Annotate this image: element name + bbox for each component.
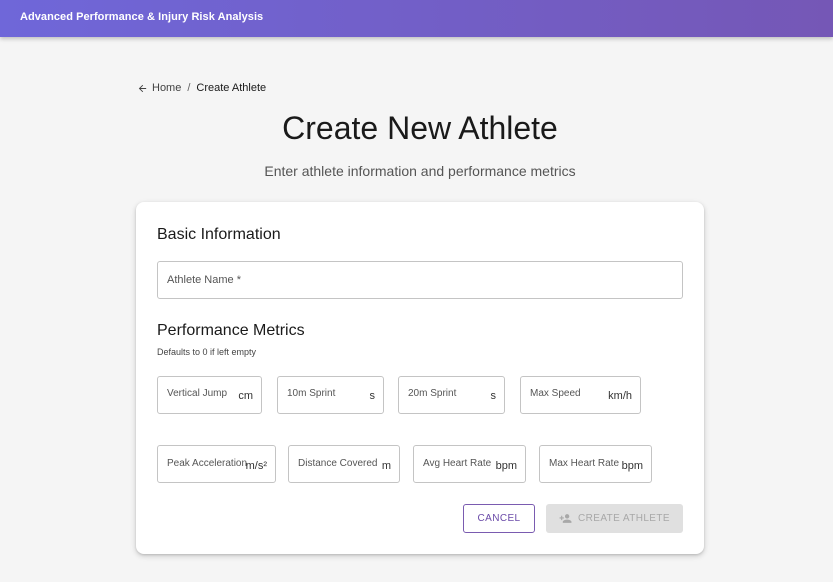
field-label: 20m Sprint — [408, 388, 457, 399]
field-label: Vertical Jump — [167, 388, 228, 399]
field-unit: m/s² — [245, 460, 267, 472]
field-unit: cm — [238, 390, 253, 402]
sprint-20m-field[interactable]: 20m Sprint s — [398, 376, 505, 414]
field-label: Avg Heart Rate — [423, 458, 492, 469]
distance-covered-field[interactable]: Distance Covered m — [288, 445, 400, 483]
max-speed-field[interactable]: Max Speed km/h — [520, 376, 641, 414]
max-heart-rate-field[interactable]: Max Heart Rate bpm — [539, 445, 652, 483]
performance-metrics-heading: Performance Metrics — [157, 322, 305, 339]
app-title: Advanced Performance & Injury Risk Analy… — [20, 11, 264, 23]
athlete-form-card: Basic Information Athlete Name * Perform… — [136, 202, 704, 554]
field-label: 10m Sprint — [287, 388, 336, 399]
cancel-button[interactable]: CANCEL — [463, 504, 535, 533]
create-athlete-label: CREATE ATHLETE — [578, 513, 670, 524]
peak-acceleration-field[interactable]: Peak Acceleration m/s² — [157, 445, 276, 483]
field-unit: km/h — [608, 390, 632, 402]
create-athlete-button[interactable]: CREATE ATHLETE — [546, 504, 683, 533]
page-subtitle: Enter athlete information and performanc… — [264, 163, 576, 179]
person-add-icon — [559, 514, 572, 523]
metrics-hint: Defaults to 0 if left empty — [157, 347, 257, 357]
vertical-jump-field[interactable]: Vertical Jump cm — [157, 376, 262, 414]
arrow-left-icon — [138, 84, 147, 92]
basic-information-heading: Basic Information — [157, 226, 281, 243]
breadcrumb-current: Create Athlete — [196, 82, 267, 94]
avg-heart-rate-field[interactable]: Avg Heart Rate bpm — [413, 445, 526, 483]
field-label: Peak Acceleration — [167, 458, 248, 469]
athlete-name-field[interactable]: Athlete Name * — [157, 261, 683, 299]
page-title: Create New Athlete — [282, 110, 558, 146]
breadcrumb-home-link[interactable]: Home — [137, 82, 181, 94]
field-unit: s — [490, 390, 497, 402]
field-label: Max Speed — [530, 388, 581, 399]
breadcrumb-home-label: Home — [152, 82, 182, 94]
field-unit: s — [369, 390, 376, 402]
breadcrumb: Home / Create Athlete — [137, 81, 266, 95]
field-label: Max Heart Rate — [549, 458, 620, 469]
field-unit: bpm — [621, 460, 643, 472]
breadcrumb-separator: / — [187, 82, 191, 94]
sprint-10m-field[interactable]: 10m Sprint s — [277, 376, 384, 414]
field-label: Distance Covered — [298, 458, 378, 469]
field-unit: bpm — [495, 460, 517, 472]
field-unit: m — [381, 460, 391, 472]
athlete-name-label: Athlete Name * — [167, 274, 241, 286]
app-bar: Advanced Performance & Injury Risk Analy… — [0, 0, 833, 37]
